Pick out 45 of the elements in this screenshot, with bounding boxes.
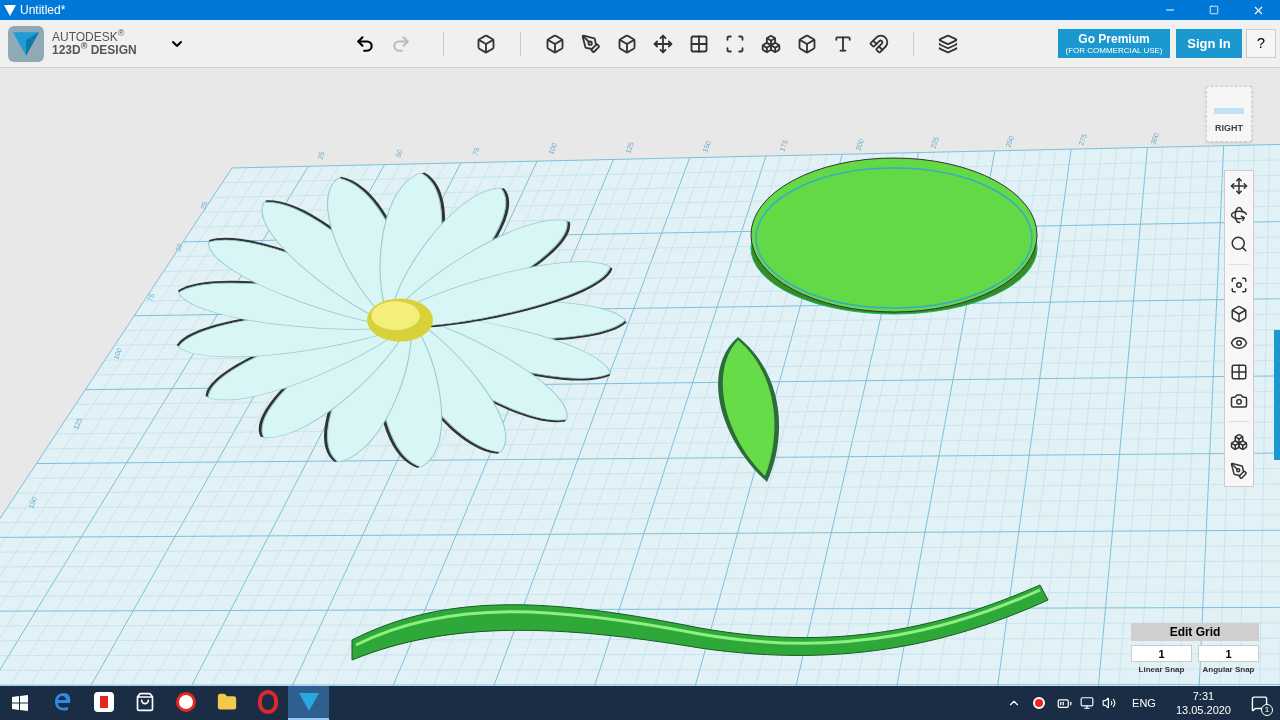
network-icon[interactable] bbox=[1080, 696, 1095, 710]
notifications-icon[interactable] bbox=[1251, 694, 1268, 712]
notification-count: 1 bbox=[1261, 703, 1273, 716]
folder-icon bbox=[216, 692, 237, 712]
clock-time: 7:31 bbox=[1192, 689, 1215, 703]
angular-snap-label: Angular Snap bbox=[1202, 664, 1255, 676]
record-icon[interactable] bbox=[1033, 697, 1046, 709]
clock[interactable]: 7:31 13.05.2020 bbox=[1175, 689, 1231, 717]
triangle-logo-icon bbox=[298, 693, 319, 711]
windows-start-icon[interactable] bbox=[12, 695, 28, 711]
round-logo-icon bbox=[175, 692, 196, 712]
move-icon[interactable] bbox=[1230, 177, 1248, 195]
fit-icon[interactable] bbox=[1230, 276, 1248, 294]
product-name: 123D$^{®}$ DESIGN bbox=[52, 43, 137, 57]
camera-icon[interactable] bbox=[1230, 392, 1248, 410]
edit-grid-title[interactable]: Edit Grid bbox=[1131, 623, 1259, 641]
letter-logo-icon bbox=[93, 692, 114, 712]
undo-icon[interactable] bbox=[354, 33, 375, 54]
maximize-icon bbox=[1209, 5, 1219, 15]
window-title: Untitled* bbox=[20, 2, 66, 18]
angular-snap-field[interactable]: 1 bbox=[1198, 645, 1259, 662]
clock-date: 13.05.2020 bbox=[1175, 703, 1231, 717]
app-logo-icon bbox=[8, 25, 44, 62]
eye-icon[interactable] bbox=[1230, 334, 1248, 352]
help-button[interactable]: ? bbox=[1246, 29, 1276, 58]
cube-view-icon[interactable] bbox=[1230, 305, 1248, 323]
e-logo-icon bbox=[52, 692, 73, 712]
ring-logo-icon bbox=[257, 690, 278, 714]
linear-snap-label: Linear Snap bbox=[1138, 664, 1185, 676]
orbit-icon[interactable] bbox=[1230, 206, 1248, 224]
cubes-stack-icon[interactable] bbox=[760, 33, 781, 54]
shopping-bag-icon bbox=[134, 692, 155, 712]
app-logo-icon bbox=[4, 4, 16, 16]
layers-icon[interactable] bbox=[937, 33, 958, 54]
premium-note: (FOR COMMERCIAL USE) bbox=[1065, 46, 1163, 55]
language-indicator[interactable]: ENG bbox=[1132, 694, 1156, 712]
zoom-icon[interactable] bbox=[1230, 235, 1248, 253]
view-cube[interactable]: RIGHT bbox=[1206, 86, 1252, 142]
view-cube-face-label: RIGHT bbox=[1215, 121, 1243, 135]
pen-icon[interactable] bbox=[580, 33, 601, 54]
volume-icon[interactable] bbox=[1102, 696, 1117, 710]
premium-label: Go Premium bbox=[1078, 32, 1150, 45]
linear-snap-field[interactable]: 1 bbox=[1131, 645, 1192, 662]
text-tool-icon[interactable] bbox=[832, 33, 853, 54]
magnet-icon[interactable] bbox=[868, 33, 889, 54]
